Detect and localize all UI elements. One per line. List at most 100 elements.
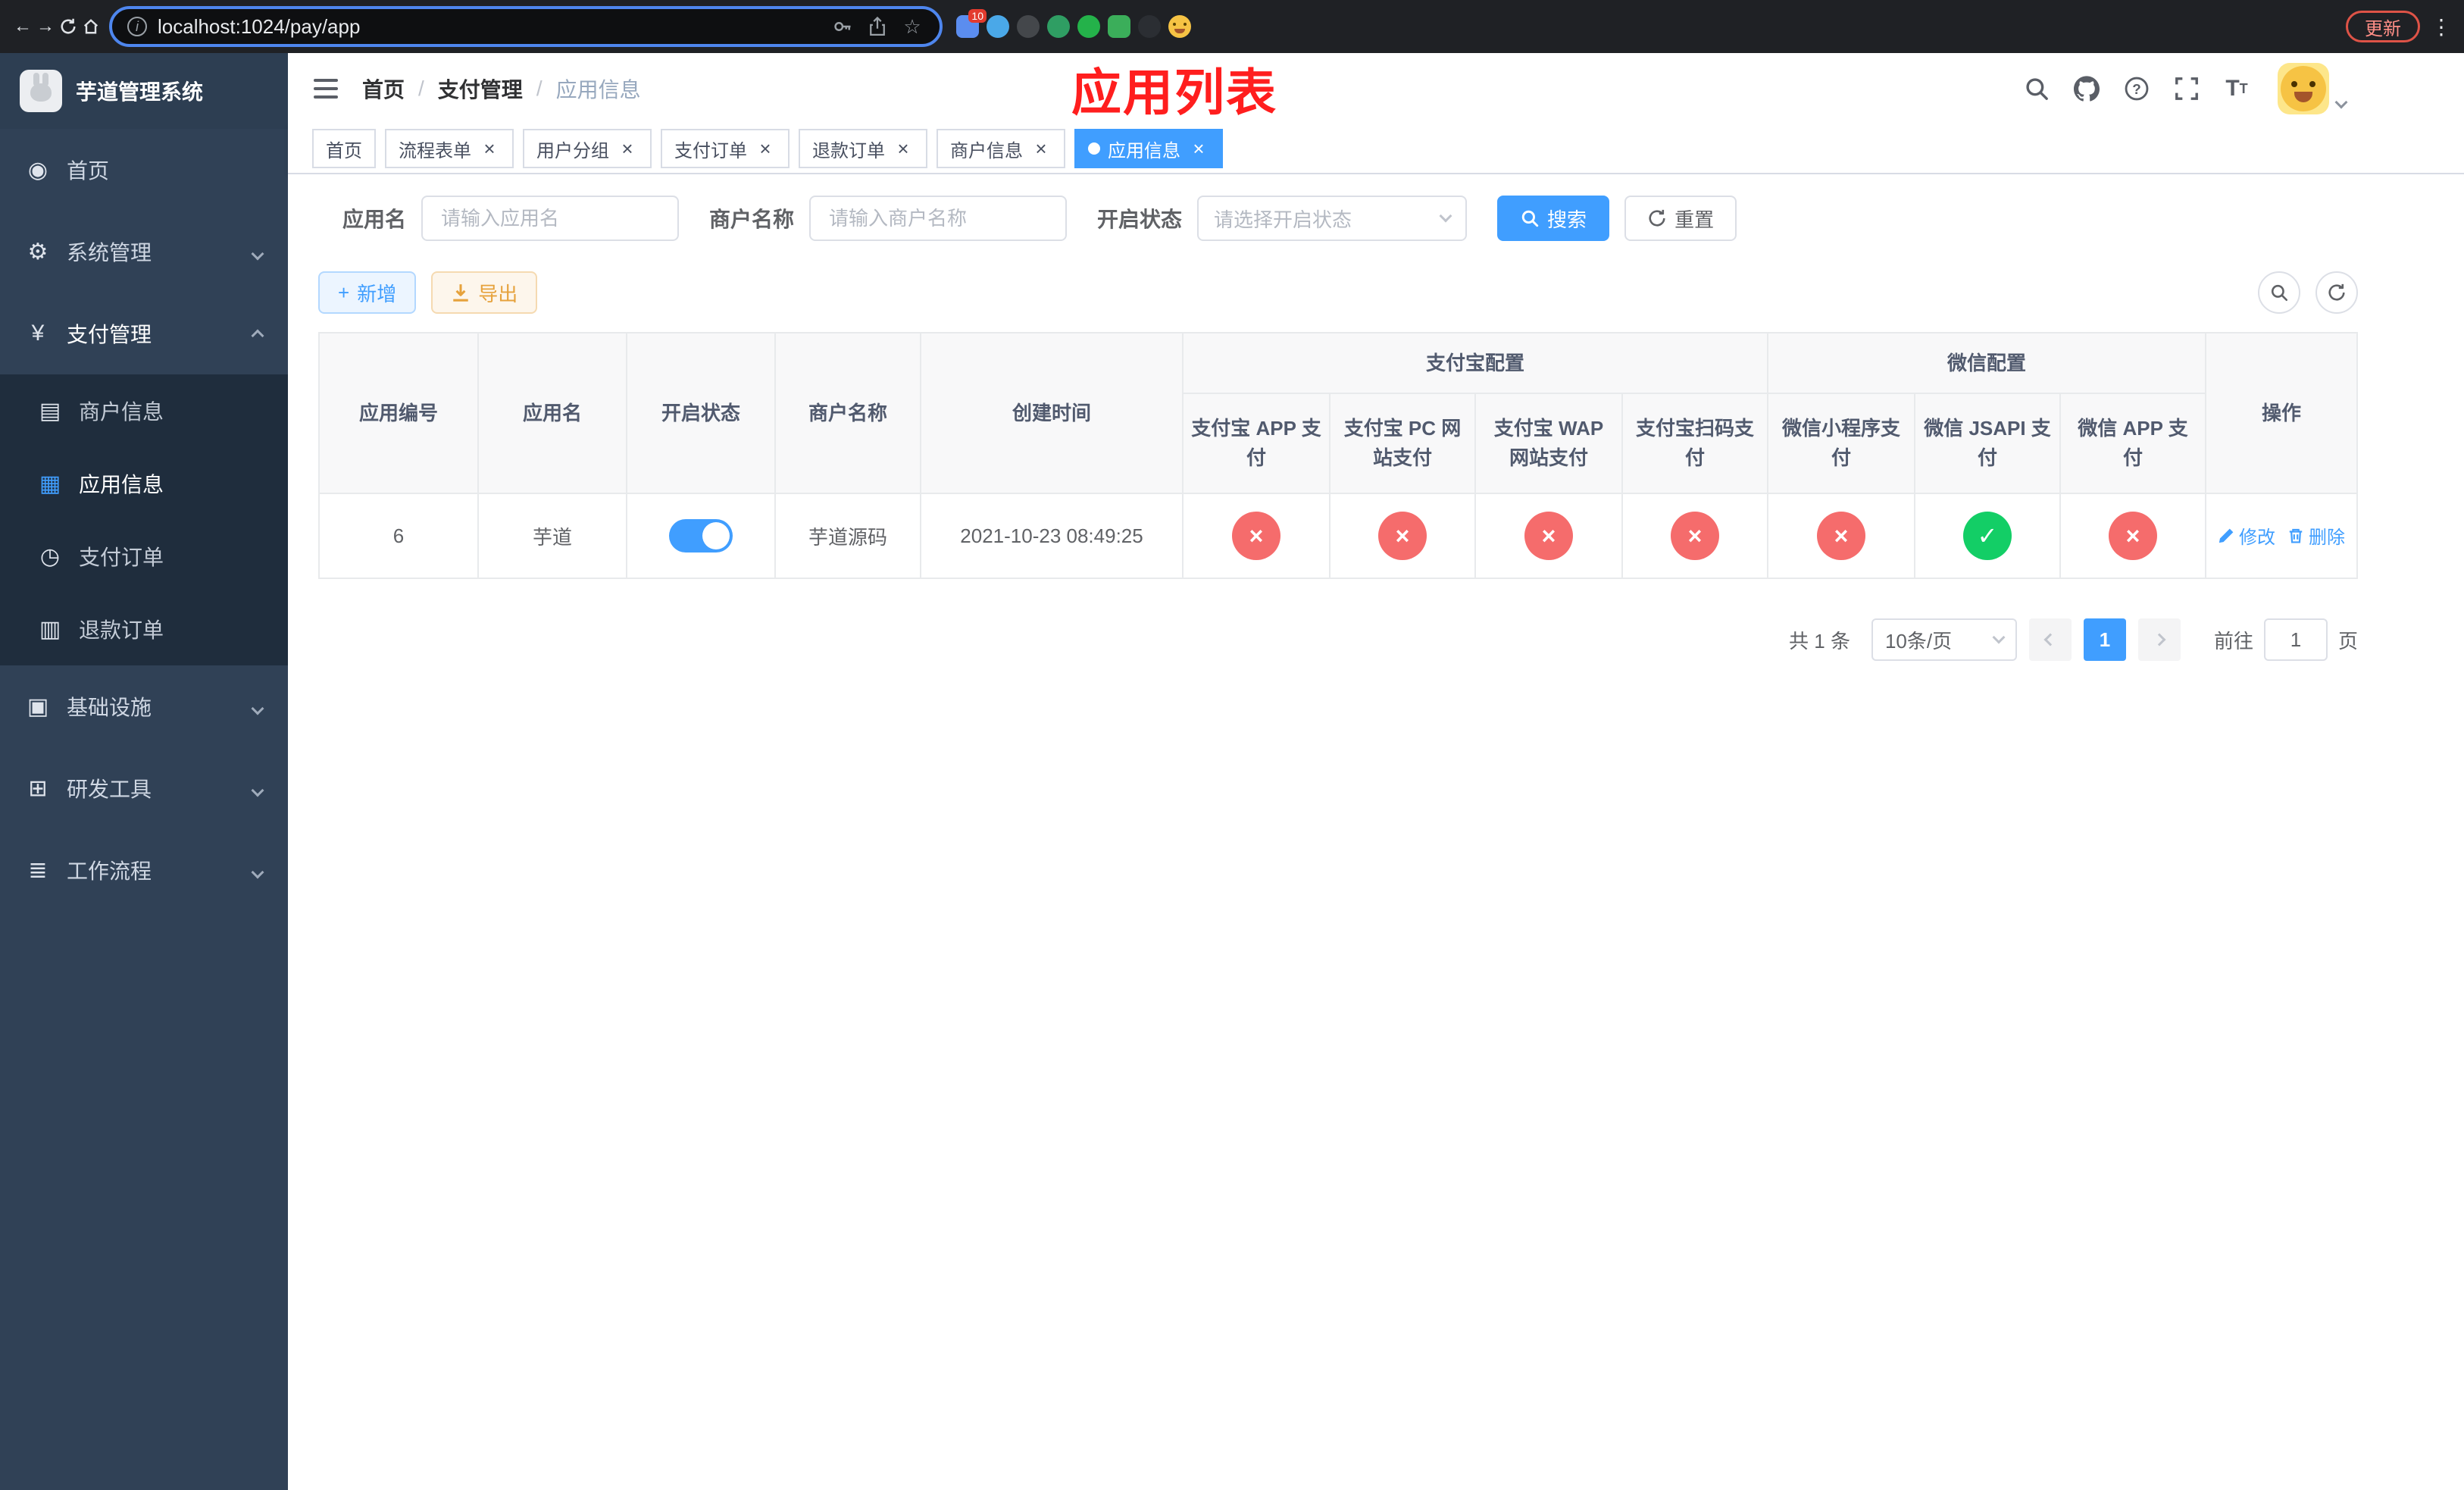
browser-reload-icon[interactable]	[58, 8, 79, 45]
clock-icon: ◷	[39, 543, 61, 569]
extension-icon[interactable]: 10	[956, 9, 987, 38]
status-select[interactable]: 请选择开启状态	[1197, 196, 1468, 241]
tab-merchant-info[interactable]: 商户信息 ×	[937, 129, 1065, 168]
sidebar-item-payment[interactable]: ¥ 支付管理	[0, 293, 288, 374]
user-menu[interactable]	[2278, 63, 2348, 114]
sidebar-item-home[interactable]: ◉ 首页	[0, 129, 288, 211]
sidebar-item-label: 系统管理	[67, 241, 152, 265]
plus-icon: +	[338, 280, 350, 304]
prev-page-button[interactable]	[2028, 618, 2072, 661]
page-number-button[interactable]: 1	[2083, 618, 2126, 661]
password-key-icon[interactable]	[830, 16, 855, 37]
col-header-alipay-app: 支付宝 APP 支付	[1182, 393, 1330, 494]
browser-home-icon[interactable]	[80, 8, 102, 45]
breadcrumb-payment[interactable]: 支付管理	[438, 74, 523, 104]
close-icon[interactable]: ×	[617, 138, 638, 159]
col-header-merchant-name: 商户名称	[774, 332, 921, 494]
github-icon[interactable]	[2072, 74, 2102, 104]
close-icon[interactable]: ×	[755, 138, 776, 159]
profile-avatar-icon[interactable]	[1168, 15, 1191, 38]
col-header-wx-app: 微信 APP 支付	[2059, 393, 2207, 494]
tab-label: 首页	[326, 140, 362, 161]
app-table: 应用编号 应用名 开启状态 商户名称 创建时间 支付宝配置 微信配置 操作 支付…	[318, 332, 2358, 579]
sidebar: 芋道管理系统 ◉ 首页 ⚙ 系统管理 ¥ 支付管理 ▤ 商户信息 ▦ 应用信息 …	[0, 53, 288, 1490]
refresh-icon[interactable]	[2315, 271, 2358, 314]
table-row: 6 芋道 芋道源码 2021-10-23 08:49:25 × × × × × …	[318, 493, 2358, 579]
close-icon[interactable]: ×	[893, 138, 914, 159]
cross-status-icon: ×	[1817, 512, 1866, 560]
extension-icon[interactable]	[1047, 15, 1070, 38]
tab-home[interactable]: 首页	[312, 129, 376, 168]
sidebar-item-devtools[interactable]: ⊞ 研发工具	[0, 747, 288, 829]
browser-menu-icon[interactable]: ⋮	[2431, 14, 2452, 39]
tab-user-group[interactable]: 用户分组 ×	[523, 129, 652, 168]
add-button[interactable]: + 新增	[318, 271, 417, 314]
goto-label: 前往	[2213, 629, 2253, 653]
sidebar-item-label: 研发工具	[67, 778, 152, 801]
search-button[interactable]: 搜索	[1497, 196, 1610, 241]
sidebar-item-pay-order[interactable]: ◷ 支付订单	[0, 520, 288, 593]
status-toggle[interactable]	[669, 519, 733, 552]
sidebar-item-system[interactable]: ⚙ 系统管理	[0, 211, 288, 293]
table-toolbar-right	[2258, 271, 2358, 314]
close-icon[interactable]: ×	[479, 138, 500, 159]
edit-link[interactable]: 修改	[2218, 522, 2275, 549]
extension-badge: 10	[968, 9, 987, 23]
reset-button-label: 重置	[1674, 208, 1715, 231]
col-group-wechat: 微信配置	[1767, 332, 2207, 394]
sidebar-item-label: 退款订单	[79, 618, 164, 642]
cell-alipay-pc: ×	[1329, 493, 1476, 579]
tab-label: 支付订单	[674, 140, 747, 161]
sidebar-item-app-info[interactable]: ▦ 应用信息	[0, 447, 288, 520]
chrome-update-button[interactable]: 更新	[2346, 11, 2420, 42]
app-name-input[interactable]	[421, 196, 680, 241]
active-dot-icon	[1088, 142, 1100, 155]
browser-back-icon[interactable]: ←	[12, 8, 33, 45]
yen-icon: ¥	[31, 321, 45, 346]
tab-app-info[interactable]: 应用信息 ×	[1074, 129, 1223, 168]
next-page-button[interactable]	[2137, 618, 2181, 661]
tags-view-bar: 首页 流程表单 × 用户分组 × 支付订单 × 退款订单 × 商户信息 × 应用…	[288, 124, 2464, 174]
sidebar-item-workflow[interactable]: ≣ 工作流程	[0, 829, 288, 911]
export-button[interactable]: 导出	[431, 271, 538, 314]
header-search-icon[interactable]	[2022, 74, 2052, 104]
site-info-icon[interactable]: i	[127, 17, 147, 36]
sidebar-item-merchant-info[interactable]: ▤ 商户信息	[0, 374, 288, 447]
help-question-icon[interactable]: ?	[2122, 74, 2152, 104]
app-logo-row[interactable]: 芋道管理系统	[0, 53, 288, 129]
extension-icon[interactable]	[1017, 15, 1040, 38]
delete-link[interactable]: 删除	[2287, 522, 2345, 549]
extension-icon[interactable]	[1108, 15, 1130, 38]
toggle-search-icon[interactable]	[2258, 271, 2300, 314]
extension-icon[interactable]	[1138, 15, 1161, 38]
page-size-select[interactable]: 10条/页	[1871, 618, 2017, 661]
col-header-alipay-wap: 支付宝 WAP 网站支付	[1474, 393, 1623, 494]
sidebar-item-label: 支付订单	[79, 546, 164, 569]
sidebar-item-refund-order[interactable]: ▥ 退款订单	[0, 593, 288, 665]
workflow-icon: ≣	[28, 857, 48, 883]
merchant-name-input[interactable]	[809, 196, 1068, 241]
goto-page-input[interactable]	[2263, 618, 2328, 661]
font-size-icon[interactable]: TT	[2222, 74, 2252, 104]
chevron-right-icon	[2153, 633, 2166, 646]
close-icon[interactable]: ×	[1030, 138, 1052, 159]
cell-actions: 修改 删除	[2205, 493, 2358, 579]
reset-button[interactable]: 重置	[1624, 196, 1737, 241]
cell-wx-mini: ×	[1767, 493, 1916, 579]
extension-icon[interactable]	[987, 15, 1009, 38]
sidebar-item-infra[interactable]: ▣ 基础设施	[0, 665, 288, 747]
breadcrumb-home[interactable]: 首页	[362, 74, 405, 104]
fullscreen-icon[interactable]	[2172, 74, 2202, 104]
tab-pay-order[interactable]: 支付订单 ×	[661, 129, 790, 168]
sidebar-menu: ◉ 首页 ⚙ 系统管理 ¥ 支付管理 ▤ 商户信息 ▦ 应用信息 ◷ 支付订单 …	[0, 129, 288, 911]
address-bar[interactable]: i localhost:1024/pay/app ☆	[109, 6, 943, 47]
extension-icon[interactable]	[1077, 15, 1100, 38]
tab-label: 退款订单	[812, 140, 885, 161]
browser-forward-icon[interactable]: →	[35, 8, 56, 45]
tab-process-form[interactable]: 流程表单 ×	[385, 129, 514, 168]
tab-refund-order[interactable]: 退款订单 ×	[799, 129, 927, 168]
share-icon[interactable]	[865, 16, 890, 37]
sidebar-fold-icon[interactable]	[311, 74, 341, 104]
bookmark-star-icon[interactable]: ☆	[900, 15, 924, 39]
close-icon[interactable]: ×	[1188, 138, 1209, 159]
